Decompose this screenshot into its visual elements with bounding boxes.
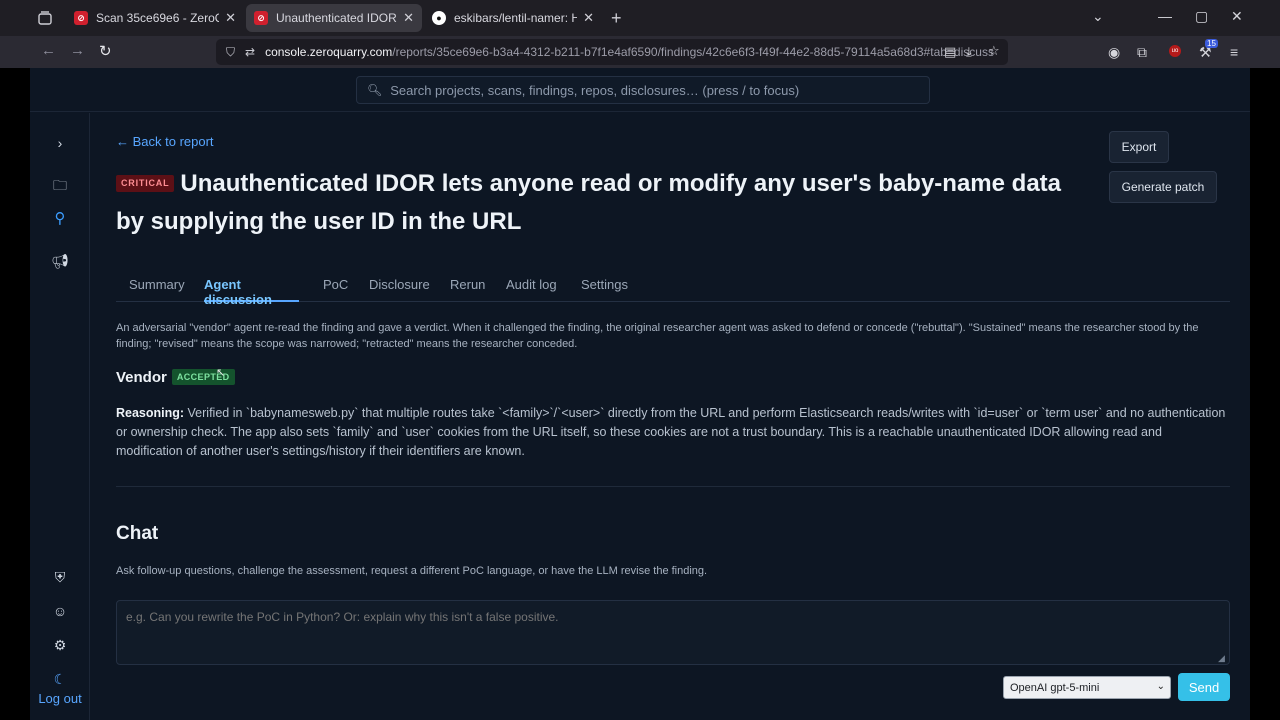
extensions-icon[interactable]: ⧉ bbox=[1137, 44, 1147, 61]
send-button[interactable]: Send bbox=[1178, 673, 1230, 701]
megaphone-icon[interactable]: 📢︎ bbox=[30, 253, 90, 270]
ublock-icon[interactable]: uo bbox=[1169, 45, 1181, 57]
tab-overview-icon[interactable] bbox=[36, 9, 54, 27]
discussion-intro: An adversarial "vendor" agent re-read th… bbox=[116, 322, 1199, 350]
model-select[interactable]: OpenAI gpt-5-mini ⌄ bbox=[1003, 676, 1171, 699]
tab-agent-discussion[interactable]: Agent discussion bbox=[204, 269, 299, 307]
export-button[interactable]: Export bbox=[1109, 131, 1169, 163]
search-placeholder: Search projects, scans, findings, repos,… bbox=[390, 82, 800, 98]
model-select-value: OpenAI gpt-5-mini bbox=[1010, 681, 1100, 694]
finding-tabs: Summary Agent discussion PoC Disclosure … bbox=[116, 269, 1230, 307]
zeroquarry-icon: ⊘ bbox=[254, 11, 268, 25]
browser-tab-bar: ⊘ Scan 35ce69e6 - ZeroQuarry ✕ ⊘ Unauthe… bbox=[0, 0, 1280, 36]
tab-settings[interactable]: Settings bbox=[581, 269, 628, 302]
chat-message-input[interactable] bbox=[116, 600, 1230, 665]
site-permissions-icon[interactable]: ⇄ bbox=[245, 45, 255, 59]
new-tab-icon[interactable]: + bbox=[611, 8, 622, 29]
zeroquarry-icon: ⊘ bbox=[74, 11, 88, 25]
folder-icon[interactable]: 🗀 bbox=[30, 175, 90, 199]
tab-disclosure[interactable]: Disclosure bbox=[369, 269, 430, 302]
chevron-down-icon: ⌄ bbox=[1156, 681, 1165, 692]
back-arrow-icon[interactable]: ← bbox=[41, 42, 56, 59]
close-icon[interactable]: ✕ bbox=[403, 10, 414, 26]
tab-poc[interactable]: PoC bbox=[323, 269, 348, 302]
resize-grip-icon[interactable]: ◢ bbox=[1218, 653, 1225, 664]
browser-tab-scan[interactable]: ⊘ Scan 35ce69e6 - ZeroQuarry ✕ bbox=[66, 4, 244, 32]
save-page-icon[interactable]: ⤓ bbox=[966, 44, 972, 60]
severity-badge: CRITICAL bbox=[116, 175, 175, 192]
window-close-icon[interactable]: ✕ bbox=[1231, 8, 1243, 25]
reader-view-icon[interactable]: ▤ bbox=[944, 44, 956, 60]
extension-count-badge: 15 bbox=[1205, 39, 1218, 48]
finding-title: CRITICAL Unauthenticated IDOR lets anyone… bbox=[116, 165, 1076, 241]
chat-description: Ask follow-up questions, challenge the a… bbox=[116, 565, 708, 577]
tab-summary[interactable]: Summary bbox=[129, 269, 185, 302]
shield-search-icon[interactable]: ⛨ bbox=[30, 569, 90, 586]
search-icon: 🔍︎ bbox=[367, 83, 383, 97]
tab-label: Unauthenticated IDOR lets anyo bbox=[276, 11, 397, 25]
browser-tab-finding[interactable]: ⊘ Unauthenticated IDOR lets anyo ✕ bbox=[246, 4, 422, 32]
account-icon[interactable]: ◉ bbox=[1108, 44, 1120, 61]
mouse-cursor-icon: ↖ bbox=[216, 367, 226, 379]
minimize-icon[interactable]: — bbox=[1158, 8, 1172, 24]
reasoning-label: Reasoning: bbox=[116, 406, 185, 420]
right-border bbox=[1250, 68, 1280, 720]
app-root: 🔍︎ Search projects, scans, findings, rep… bbox=[30, 68, 1250, 720]
tab-label: Scan 35ce69e6 - ZeroQuarry bbox=[96, 11, 219, 25]
search-icon[interactable]: ⚲ bbox=[30, 209, 90, 227]
forward-arrow-icon[interactable]: → bbox=[70, 42, 85, 59]
url-host: console.zeroquarry.com bbox=[265, 45, 393, 59]
close-icon[interactable]: ✕ bbox=[583, 10, 594, 26]
expand-sidebar-chevron-icon[interactable]: › bbox=[30, 135, 90, 151]
tab-audit-log[interactable]: Audit log bbox=[506, 269, 557, 302]
global-search-input[interactable]: 🔍︎ Search projects, scans, findings, rep… bbox=[356, 76, 930, 104]
finding-title-text: Unauthenticated IDOR lets anyone read or… bbox=[116, 170, 1061, 235]
tab-label: eskibars/lentil-namer: Helps yo bbox=[454, 11, 578, 25]
settings-gear-icon[interactable]: ⚙ bbox=[30, 637, 90, 654]
tab-rerun[interactable]: Rerun bbox=[450, 269, 485, 302]
tab-list-chevron-icon[interactable]: ⌄ bbox=[1092, 8, 1104, 25]
bookmark-star-icon[interactable]: ☆ bbox=[988, 43, 1000, 59]
moon-icon[interactable]: ☾ bbox=[30, 671, 90, 688]
generate-patch-button[interactable]: Generate patch bbox=[1109, 171, 1217, 203]
vendor-reasoning: Reasoning: Verified in `babynamesweb.py`… bbox=[116, 404, 1230, 461]
url-path: /reports/35ce69e6-b3a4-4312-b211-b7f1e4a… bbox=[392, 45, 994, 59]
left-border bbox=[0, 68, 30, 720]
logout-link[interactable]: Log out bbox=[30, 691, 90, 706]
browser-tab-github[interactable]: ● eskibars/lentil-namer: Helps yo ✕ bbox=[424, 4, 602, 32]
address-bar[interactable]: ⛉ ⇄ console.zeroquarry.com /reports/35ce… bbox=[216, 39, 1008, 65]
reasoning-text: Verified in `babynamesweb.py` that multi… bbox=[116, 406, 1226, 458]
back-to-report-link[interactable]: ← Back to report bbox=[116, 134, 214, 149]
finding-main: ← Back to report Export Generate patch C… bbox=[116, 113, 1230, 720]
browser-nav-bar: ← → ↻ ⛉ ⇄ console.zeroquarry.com /report… bbox=[0, 36, 1280, 68]
chat-heading: Chat bbox=[116, 523, 159, 544]
maximize-icon[interactable]: ▢ bbox=[1195, 8, 1208, 25]
section-divider bbox=[116, 486, 1230, 487]
github-icon: ● bbox=[432, 11, 446, 25]
vendor-heading-text: Vendor bbox=[116, 369, 167, 386]
app-top-bar: 🔍︎ Search projects, scans, findings, rep… bbox=[30, 68, 1250, 112]
close-icon[interactable]: ✕ bbox=[225, 10, 236, 26]
menu-icon[interactable]: ≡ bbox=[1230, 44, 1238, 60]
user-icon[interactable]: ☺ bbox=[30, 603, 90, 619]
reload-icon[interactable]: ↻ bbox=[99, 42, 112, 60]
sidebar: › 🗀 ⚲ 📢︎ ⛨ ☺ ⚙ ☾ Log out bbox=[30, 113, 90, 720]
shield-icon: ⛉ bbox=[226, 44, 236, 59]
